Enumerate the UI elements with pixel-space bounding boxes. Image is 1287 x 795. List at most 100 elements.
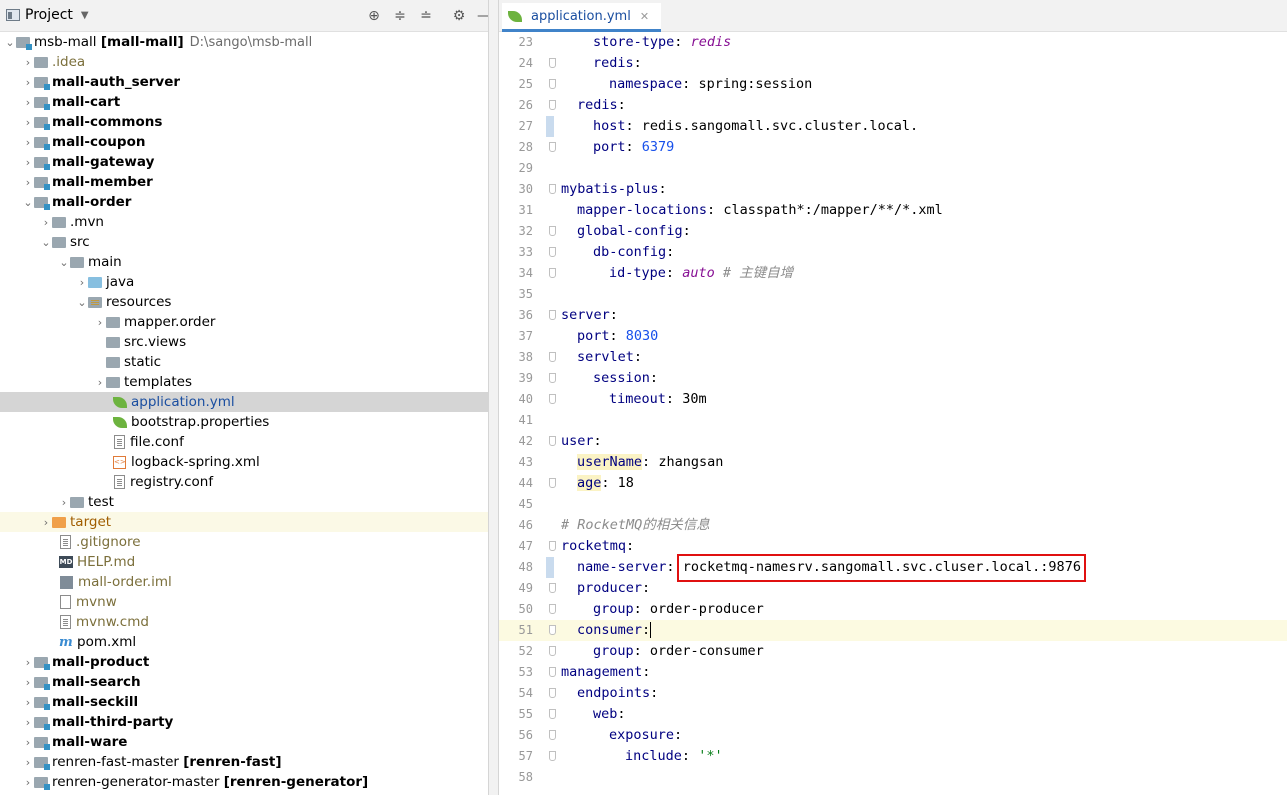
fold-marker-icon[interactable] <box>549 604 556 614</box>
fold-marker-icon[interactable] <box>549 100 556 110</box>
fold-marker-icon[interactable] <box>549 541 556 551</box>
tree-item-target[interactable]: › target <box>0 512 537 532</box>
tree-item-renren-generator[interactable]: › renren-generator-master [renren-generat… <box>0 772 519 792</box>
expand-all-icon[interactable]: ≑ <box>392 8 408 24</box>
tree-item-mall-cart[interactable]: › mall-cart <box>0 92 519 112</box>
chevron-down-icon[interactable]: ⌄ <box>58 256 70 269</box>
fold-marker-icon[interactable] <box>549 310 556 320</box>
code-line[interactable]: 54 endpoints: <box>499 683 1287 704</box>
fold-marker-icon[interactable] <box>549 142 556 152</box>
collapse-all-icon[interactable]: ≐ <box>418 8 434 24</box>
pane-splitter[interactable] <box>488 0 499 795</box>
code-line[interactable]: 33 db-config: <box>499 242 1287 263</box>
code-line[interactable]: 34 id-type: auto # 主键自增 <box>499 263 1287 284</box>
fold-marker-icon[interactable] <box>549 436 556 446</box>
chevron-down-icon[interactable]: ⌄ <box>40 236 52 249</box>
project-view-selector[interactable]: Project ▼ <box>6 7 89 23</box>
chevron-down-icon[interactable]: ▼ <box>81 10 89 21</box>
code-line[interactable]: 45 <box>499 494 1287 515</box>
chevron-right-icon[interactable]: › <box>22 676 34 689</box>
chevron-right-icon[interactable]: › <box>22 656 34 669</box>
tab-application-yml[interactable]: application.yml ✕ <box>502 3 662 32</box>
tree-item-mvnw-cmd[interactable]: mvnw.cmd <box>0 612 557 632</box>
chevron-right-icon[interactable]: › <box>22 756 34 769</box>
chevron-right-icon[interactable]: › <box>94 376 106 389</box>
code-line[interactable]: 53 management: <box>499 662 1287 683</box>
gear-icon[interactable]: ⚙ <box>451 8 467 24</box>
fold-marker-icon[interactable] <box>549 184 556 194</box>
tree-item-mall-seckill[interactable]: › mall-seckill <box>0 692 519 712</box>
code-line[interactable]: 36 server: <box>499 305 1287 326</box>
code-line[interactable]: 55 web: <box>499 704 1287 725</box>
tree-item-mall-member[interactable]: › mall-member <box>0 172 519 192</box>
tree-item-mall-ware[interactable]: › mall-ware <box>0 732 519 752</box>
code-line[interactable]: 37 port: 8030 <box>499 326 1287 347</box>
fold-marker-icon[interactable] <box>549 709 556 719</box>
tree-item-mall-gateway[interactable]: › mall-gateway <box>0 152 519 172</box>
code-line[interactable]: 26 redis: <box>499 95 1287 116</box>
tree-item-mall-order[interactable]: ⌄ mall-order <box>0 192 519 212</box>
code-line[interactable]: 46 # RocketMQ的相关信息 <box>499 515 1287 536</box>
fold-marker-icon[interactable] <box>549 688 556 698</box>
code-line[interactable]: 30 mybatis-plus: <box>499 179 1287 200</box>
chevron-right-icon[interactable]: › <box>22 736 34 749</box>
code-line[interactable]: 24 redis: <box>499 53 1287 74</box>
code-line[interactable]: 41 <box>499 410 1287 431</box>
code-line[interactable]: 56 exposure: <box>499 725 1287 746</box>
chevron-right-icon[interactable]: › <box>22 716 34 729</box>
tree-item-mall-product[interactable]: › mall-product <box>0 652 519 672</box>
tree-item-mall-auth-server[interactable]: › mall-auth_server <box>0 72 519 92</box>
fold-marker-icon[interactable] <box>549 373 556 383</box>
code-line[interactable]: 50 group: order-producer <box>499 599 1287 620</box>
code-editor[interactable]: 23 store-type: redis 24 redis: 25 namespace: … <box>499 32 1287 795</box>
fold-marker-icon[interactable] <box>549 478 556 488</box>
code-line[interactable]: 43 userName: zhangsan <box>499 452 1287 473</box>
chevron-down-icon[interactable]: ⌄ <box>4 36 16 49</box>
tree-item-msb-mall[interactable]: ⌄ msb-mall [mall-mall] D:\sango\msb-mall <box>0 32 501 52</box>
fold-marker-icon[interactable] <box>549 247 556 257</box>
code-line[interactable]: 31 mapper-locations: classpath*:/mapper/*… <box>499 200 1287 221</box>
tree-item-gitignore[interactable]: .gitignore <box>0 532 557 552</box>
tree-item-mall-third-party[interactable]: › mall-third-party <box>0 712 519 732</box>
chevron-right-icon[interactable]: › <box>40 216 52 229</box>
fold-marker-icon[interactable] <box>549 583 556 593</box>
tree-item-mall-search[interactable]: › mall-search <box>0 672 519 692</box>
chevron-right-icon[interactable]: › <box>22 176 34 189</box>
fold-marker-icon[interactable] <box>549 58 556 68</box>
chevron-right-icon[interactable]: › <box>22 156 34 169</box>
fold-marker-icon[interactable] <box>549 79 556 89</box>
tree-item-mall-coupon[interactable]: › mall-coupon <box>0 132 519 152</box>
fold-marker-icon[interactable] <box>549 352 556 362</box>
tree-item-mall-commons[interactable]: › mall-commons <box>0 112 519 132</box>
chevron-right-icon[interactable]: › <box>22 696 34 709</box>
tree-item-idea[interactable]: › .idea <box>0 52 519 72</box>
tree-item-help-md[interactable]: MD HELP.md <box>0 552 556 572</box>
code-line[interactable]: 32 global-config: <box>499 221 1287 242</box>
chevron-right-icon[interactable]: › <box>58 496 70 509</box>
chevron-right-icon[interactable]: › <box>22 76 34 89</box>
tree-item-mall-order-iml[interactable]: mall-order.iml <box>0 572 557 592</box>
chevron-right-icon[interactable]: › <box>22 56 34 69</box>
chevron-right-icon[interactable]: › <box>76 276 88 289</box>
code-line[interactable]: 25 namespace: spring:session <box>499 74 1287 95</box>
chevron-right-icon[interactable]: › <box>40 516 52 529</box>
tree-item-src[interactable]: ⌄ src <box>0 232 537 252</box>
code-line[interactable]: 57 include: '*' <box>499 746 1287 767</box>
chevron-down-icon[interactable]: ⌄ <box>76 296 88 309</box>
close-icon[interactable]: ✕ <box>640 10 649 23</box>
code-line[interactable]: 27 host: redis.sangomall.svc.cluster.loca… <box>499 116 1287 137</box>
code-line[interactable]: 51 consumer: <box>499 620 1287 641</box>
fold-marker-icon[interactable] <box>549 625 556 635</box>
fold-marker-icon[interactable] <box>549 268 556 278</box>
tree-item-renren-fast[interactable]: › renren-fast-master [renren-fast] <box>0 752 519 772</box>
chevron-right-icon[interactable]: › <box>22 776 34 789</box>
fold-marker-icon[interactable] <box>549 751 556 761</box>
locate-icon[interactable]: ⊕ <box>366 8 382 24</box>
code-line[interactable]: 28 port: 6379 <box>499 137 1287 158</box>
fold-marker-icon[interactable] <box>549 667 556 677</box>
fold-marker-icon[interactable] <box>549 646 556 656</box>
chevron-right-icon[interactable]: › <box>94 316 106 329</box>
tree-item-test[interactable]: › test <box>0 492 555 512</box>
code-line[interactable]: 39 session: <box>499 368 1287 389</box>
tree-item-main[interactable]: ⌄ main <box>0 252 555 272</box>
